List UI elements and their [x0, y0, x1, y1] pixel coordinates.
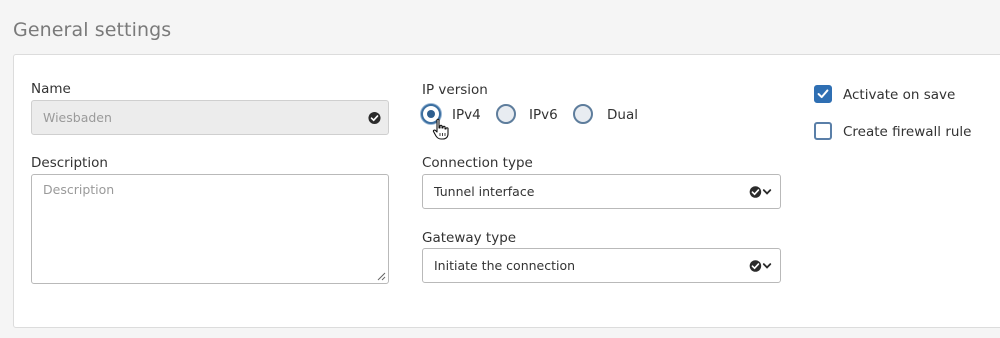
- hand-cursor-icon: [432, 118, 449, 140]
- ip-version-label: IP version: [422, 82, 488, 98]
- valid-check-icon: [368, 111, 381, 124]
- radio-ipv4-label[interactable]: IPv4: [452, 107, 481, 123]
- description-label: Description: [31, 155, 108, 171]
- description-placeholder: Description: [43, 182, 115, 197]
- connection-type-value: Tunnel interface: [434, 184, 535, 199]
- radio-ipv6-label[interactable]: IPv6: [529, 107, 558, 123]
- radio-ipv6[interactable]: [496, 104, 516, 124]
- name-label: Name: [31, 81, 71, 97]
- gateway-type-label: Gateway type: [422, 230, 517, 246]
- name-value: Wiesbaden: [43, 110, 112, 125]
- activate-on-save-label[interactable]: Activate on save: [843, 87, 955, 103]
- radio-dual-label[interactable]: Dual: [607, 107, 638, 123]
- connection-type-label: Connection type: [422, 155, 533, 171]
- resize-handle-icon[interactable]: [377, 272, 386, 281]
- radio-dual[interactable]: [573, 104, 593, 124]
- checkmark-icon: [817, 89, 829, 99]
- name-input[interactable]: Wiesbaden: [31, 100, 389, 135]
- connection-type-select[interactable]: Tunnel interface: [422, 174, 781, 209]
- create-firewall-rule-label[interactable]: Create firewall rule: [843, 124, 971, 140]
- create-firewall-rule-checkbox[interactable]: [814, 122, 832, 140]
- activate-on-save-checkbox[interactable]: [814, 85, 832, 103]
- select-chevron-icon: [749, 259, 772, 272]
- section-title: General settings: [13, 19, 172, 41]
- description-textarea[interactable]: Description: [31, 174, 389, 284]
- select-chevron-icon: [749, 185, 772, 198]
- gateway-type-value: Initiate the connection: [434, 258, 576, 273]
- gateway-type-select[interactable]: Initiate the connection: [422, 248, 781, 283]
